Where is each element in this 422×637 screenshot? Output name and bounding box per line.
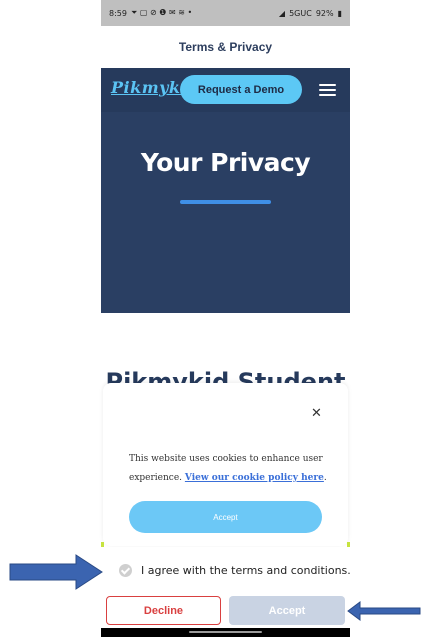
request-demo-button[interactable]: Request a Demo	[180, 75, 302, 104]
agree-checkbox-row[interactable]: I agree with the terms and conditions.	[119, 564, 351, 577]
cookie-accept-button[interactable]: Accept	[129, 501, 322, 533]
hero-underline	[180, 200, 271, 204]
cookie-message: This website uses cookies to enhance use…	[129, 450, 329, 488]
notification-icons: ⏷ ▢ ⊘ ❶ ✉ ≋ •	[130, 8, 193, 17]
hamburger-icon[interactable]	[319, 84, 336, 96]
close-icon[interactable]: ✕	[311, 405, 322, 421]
pointer-arrow-left-icon	[347, 601, 421, 621]
agree-checkbox[interactable]	[119, 564, 132, 577]
status-time: 8:59	[109, 8, 127, 18]
page-title: Terms & Privacy	[178, 40, 273, 54]
hero-banner	[101, 112, 350, 313]
decline-button[interactable]: Decline	[106, 596, 221, 625]
home-handle[interactable]	[189, 631, 262, 633]
page-title-bar: Terms & Privacy	[101, 26, 350, 68]
status-left: 8:59 ⏷ ▢ ⊘ ❶ ✉ ≋ •	[109, 8, 192, 18]
battery-icon: ▮	[337, 8, 342, 18]
status-bar: 8:59 ⏷ ▢ ⊘ ❶ ✉ ≋ • ◢ 5GUC 92% ▮	[101, 0, 350, 26]
agree-label: I agree with the terms and conditions.	[141, 564, 351, 577]
battery-percent: 92%	[315, 8, 334, 18]
network-label: 5GUC	[289, 8, 312, 18]
accept-button[interactable]: Accept	[229, 596, 345, 625]
cookie-text-suffix: .	[323, 473, 327, 483]
signal-icon: ◢	[278, 8, 286, 18]
status-right: ◢ 5GUC 92% ▮	[279, 9, 342, 18]
cookie-policy-link[interactable]: View our cookie policy here	[185, 473, 324, 483]
pointer-arrow-right-icon	[9, 554, 103, 590]
hero-title: Your Privacy	[140, 148, 311, 177]
